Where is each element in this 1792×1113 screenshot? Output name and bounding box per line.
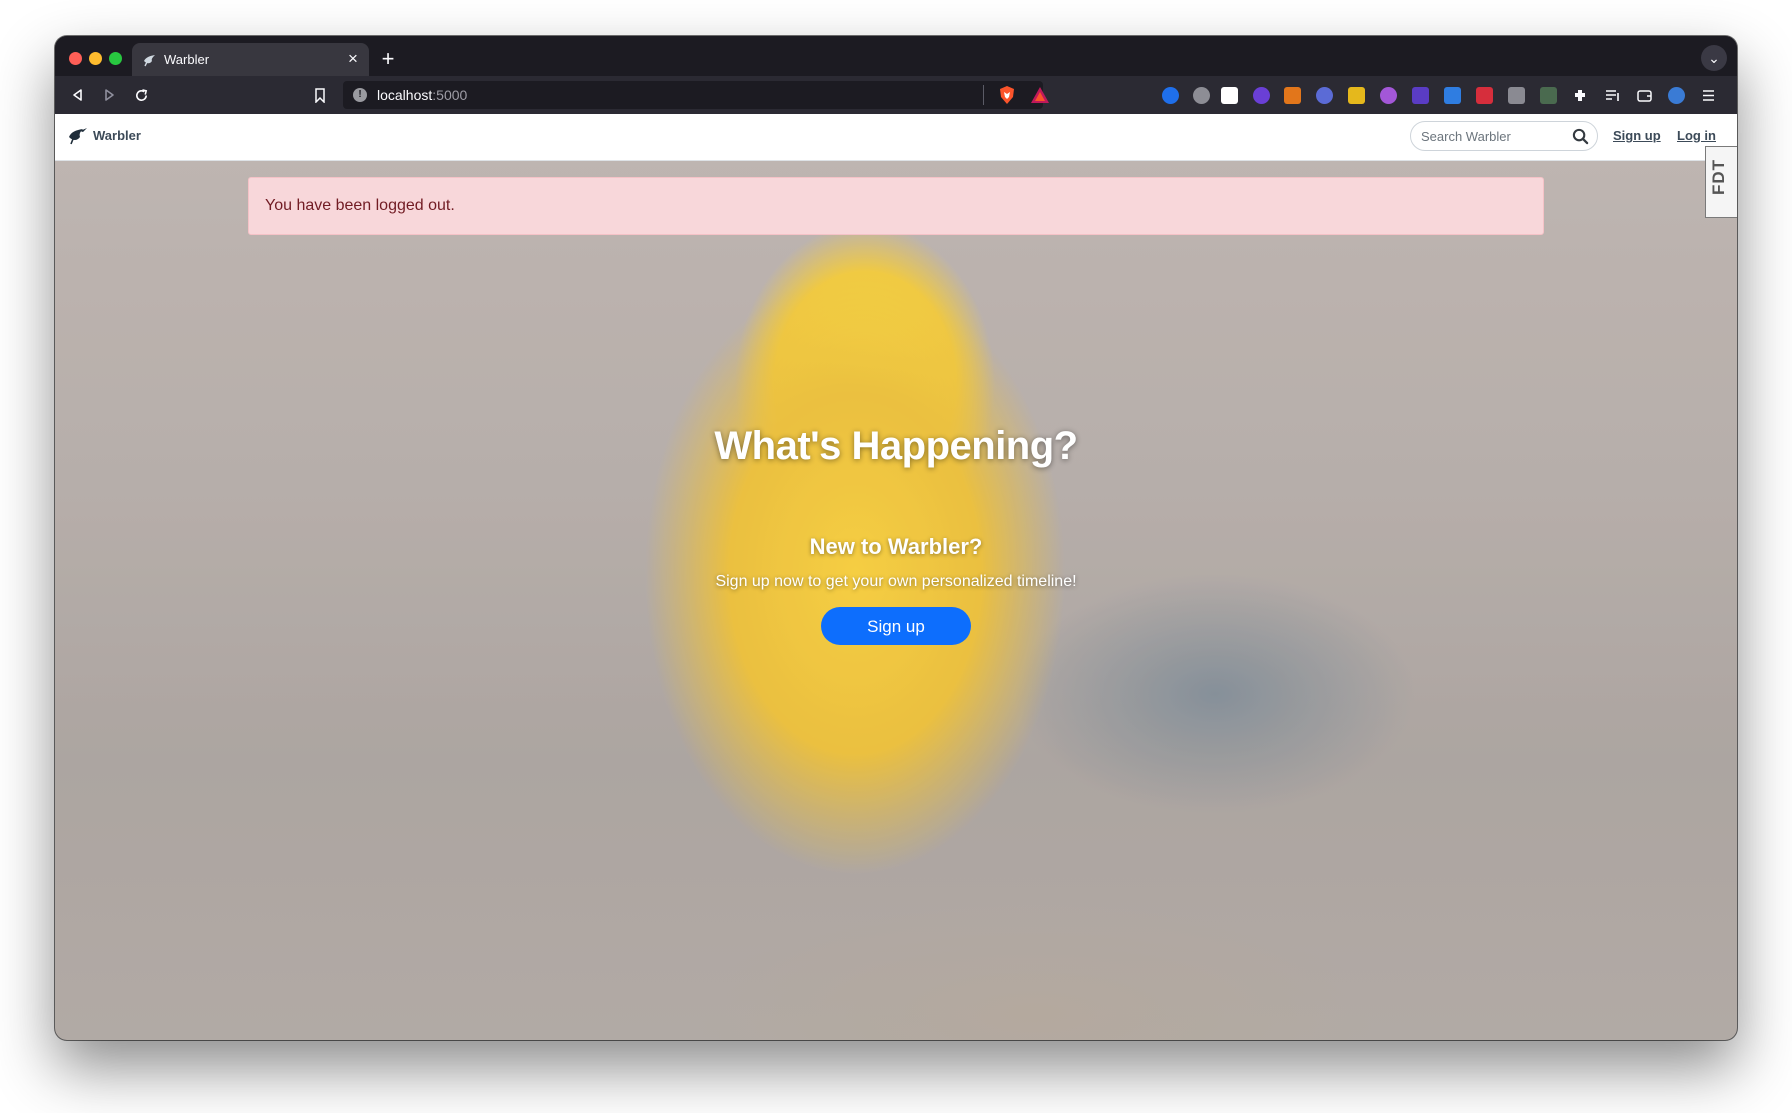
- devtools-toggle-tab[interactable]: FDT: [1705, 146, 1737, 218]
- stack-extension-icon[interactable]: [1412, 87, 1429, 104]
- devtools-tab-label: FDT: [1709, 158, 1728, 195]
- forward-button[interactable]: [96, 82, 122, 108]
- blue-extension-icon[interactable]: [1444, 87, 1461, 104]
- gray-extension-icon[interactable]: [1508, 87, 1525, 104]
- window-maximize-button[interactable]: [109, 52, 122, 65]
- red-extension-icon[interactable]: [1476, 87, 1493, 104]
- page-content: Warbler Sign up Log in FDT You have been…: [55, 114, 1737, 1040]
- extensions-icon[interactable]: [1572, 87, 1589, 104]
- nav-signup-link[interactable]: Sign up: [1613, 128, 1661, 143]
- search-input[interactable]: [1421, 127, 1561, 145]
- hero-title: What's Happening?: [714, 424, 1078, 468]
- url-divider: [983, 85, 984, 105]
- purple-extension-icon[interactable]: [1380, 87, 1397, 104]
- back-button[interactable]: [65, 82, 91, 108]
- window-close-button[interactable]: [69, 52, 82, 65]
- brave-rewards-icon[interactable]: [1030, 86, 1050, 104]
- site-navbar: Warbler Sign up Log in: [55, 114, 1737, 161]
- forward-icon: [105, 89, 114, 101]
- search-form: [1410, 121, 1598, 151]
- nav-login-link[interactable]: Log in: [1677, 128, 1716, 143]
- tab-favicon-icon: [144, 55, 155, 67]
- new-tab-button[interactable]: +: [375, 46, 401, 72]
- brand-name[interactable]: Warbler: [93, 128, 141, 143]
- back-icon: [73, 89, 82, 101]
- brave-shield-icon[interactable]: [997, 85, 1017, 105]
- tab-warbler[interactable]: Warbler ×: [132, 43, 369, 76]
- color-picker-extension-icon[interactable]: [1348, 87, 1365, 104]
- screenshot-extension-icon[interactable]: [1221, 87, 1238, 104]
- menu-icon[interactable]: [1700, 87, 1717, 104]
- reload-icon: [135, 88, 147, 101]
- url-port: :5000: [432, 87, 468, 103]
- playlist-icon[interactable]: [1604, 87, 1621, 104]
- ublock-extension-icon[interactable]: [1253, 87, 1270, 104]
- hero-subtitle: New to Warbler?: [809, 534, 983, 559]
- browser-window: Warbler × + ⌄ ! localhost:5000 Warbler S…: [55, 36, 1737, 1040]
- green-extension-icon[interactable]: [1540, 87, 1557, 104]
- url-text[interactable]: localhost:5000: [377, 87, 467, 103]
- tab-list-button[interactable]: ⌄: [1701, 45, 1727, 71]
- badge-extension-icon[interactable]: [1316, 87, 1333, 104]
- password-manager-icon[interactable]: [1162, 87, 1179, 104]
- window-minimize-button[interactable]: [89, 52, 102, 65]
- url-host: localhost: [377, 87, 433, 103]
- site-info-icon[interactable]: !: [353, 88, 367, 102]
- hero-text: Sign up now to get your own personalized…: [715, 573, 1077, 590]
- bookmark-button[interactable]: [307, 82, 333, 108]
- hero-signup-button[interactable]: Sign up: [821, 607, 971, 645]
- dark-mode-extension-icon[interactable]: [1193, 87, 1210, 104]
- logout-alert: You have been logged out.: [248, 177, 1544, 235]
- reload-button[interactable]: [128, 82, 154, 108]
- tab-strip: Warbler × + ⌄: [55, 36, 1737, 76]
- wallet-icon[interactable]: [1636, 87, 1653, 104]
- search-icon[interactable]: [1572, 128, 1589, 145]
- profile-avatar-icon[interactable]: [1668, 87, 1685, 104]
- tab-title: Warbler: [164, 52, 210, 67]
- browser-toolbar: ! localhost:5000: [55, 76, 1737, 115]
- address-bar[interactable]: ! localhost:5000: [343, 81, 1043, 109]
- warbler-logo-icon[interactable]: [68, 127, 88, 145]
- bookmark-icon: [315, 87, 325, 103]
- tab-close-icon[interactable]: ×: [341, 47, 365, 71]
- metamask-extension-icon[interactable]: [1284, 87, 1301, 104]
